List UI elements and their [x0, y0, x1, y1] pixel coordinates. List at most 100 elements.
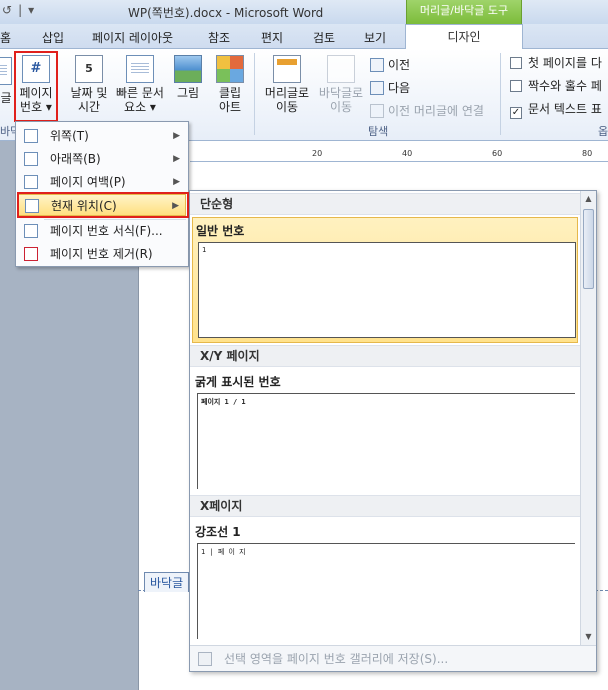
picture-icon: [174, 55, 202, 83]
bottom-of-page-icon: [24, 152, 38, 166]
menu-item-label: 페이지 번호 제거(R): [50, 247, 153, 261]
tab-view[interactable]: 보기: [364, 29, 386, 46]
ribbon-tabs: 홈 삽입 페이지 레이아웃 참조 편지 검토 보기 디자인: [0, 24, 608, 50]
next-icon: [370, 81, 384, 95]
goto-footer-label-2: 이동: [329, 100, 353, 114]
scroll-down-icon[interactable]: ▼: [581, 629, 596, 644]
next-button[interactable]: 다음: [370, 79, 410, 96]
horizontal-ruler[interactable]: 20 40 60 80: [190, 148, 608, 162]
tab-review[interactable]: 검토: [313, 29, 335, 46]
quick-parts-button[interactable]: 빠른 문서 요소 ▾: [112, 55, 168, 114]
odd-even-option[interactable]: 짝수와 홀수 페: [510, 77, 602, 94]
picture-label: 그림: [176, 86, 200, 100]
first-page-option[interactable]: 첫 페이지를 다: [510, 54, 602, 71]
goto-footer-label-1: 바닥글로: [318, 86, 364, 100]
first-page-checkbox[interactable]: [510, 57, 522, 69]
cut-off-label: 글: [0, 91, 12, 105]
tab-page-layout[interactable]: 페이지 레이아웃: [92, 29, 173, 46]
remove-page-number-icon: [24, 247, 38, 261]
doc-text-checkbox[interactable]: ✓: [510, 107, 522, 119]
previous-label: 이전: [388, 58, 411, 72]
gallery-item-title: 일반 번호: [196, 224, 245, 238]
next-label: 다음: [388, 81, 411, 95]
goto-footer-button[interactable]: 바닥글로 이동: [314, 55, 368, 114]
gallery-item-title: 굵게 표시된 번호: [195, 375, 281, 389]
gallery-scrollbar[interactable]: ▲ ▼: [580, 191, 596, 645]
title-bar: ↺ | ▾ WP(쪽번호).docx - Microsoft Word 머리글/…: [0, 0, 608, 24]
submenu-arrow-icon: ▶: [173, 154, 180, 164]
goto-header-button[interactable]: 머리글로 이동: [260, 55, 314, 114]
menu-item-remove-page-numbers[interactable]: 페이지 번호 제거(R): [18, 243, 186, 265]
page-number-menu: 위쪽(T) ▶ 아래쪽(B) ▶ 페이지 여백(P) ▶ 현재 위치(C) ▶ 페이지 …: [15, 121, 189, 267]
ruler-tick: 20: [312, 149, 323, 158]
gallery-item-plain-number[interactable]: 일반 번호 1: [192, 217, 578, 343]
previous-icon: [370, 58, 384, 72]
first-page-label: 첫 페이지를 다: [528, 56, 602, 70]
qat-separator: |: [18, 3, 23, 17]
link-icon: [370, 104, 384, 118]
gallery-item-preview: 1: [198, 242, 576, 338]
goto-header-label-2: 이동: [275, 100, 299, 114]
save-selection-to-gallery[interactable]: 선택 영역을 페이지 번호 갤러리에 저장(S)...: [190, 645, 596, 671]
scroll-up-icon[interactable]: ▲: [581, 191, 596, 206]
menu-item-page-margin[interactable]: 페이지 여백(P) ▶: [18, 171, 186, 193]
doc-text-option[interactable]: ✓ 문서 텍스트 표: [510, 100, 602, 119]
gallery-section-heading: X/Y 페이지: [190, 345, 580, 367]
scroll-thumb[interactable]: [583, 209, 594, 289]
top-of-page-icon: [24, 129, 38, 143]
date-time-button[interactable]: 5 날짜 및 시간: [64, 55, 114, 114]
ruler-tick: 80: [582, 149, 593, 158]
clip-art-button[interactable]: 클립 아트: [214, 55, 246, 114]
picture-button[interactable]: 그림: [172, 55, 204, 100]
menu-item-label: 페이지 번호 서식(F)...: [50, 224, 163, 238]
menu-item-top[interactable]: 위쪽(T) ▶: [18, 125, 186, 147]
gallery-item-preview: 페이지 1 / 1: [197, 393, 575, 489]
menu-item-label: 위쪽(T): [50, 129, 89, 143]
highlight-box: [17, 192, 189, 218]
save-gallery-icon: [198, 652, 212, 666]
gallery-item-preview: 1 | 페 이 지: [197, 543, 575, 639]
gallery-item-title: 강조선 1: [195, 525, 241, 539]
previous-button[interactable]: 이전: [370, 56, 410, 73]
tab-home[interactable]: 홈: [0, 29, 11, 46]
quick-access-toolbar: ↺ | ▾: [2, 3, 34, 17]
gallery-section-heading: X페이지: [190, 495, 580, 517]
save-gallery-label: 선택 영역을 페이지 번호 갤러리에 저장(S)...: [224, 652, 449, 666]
cut-off-button[interactable]: 글: [0, 91, 12, 105]
gallery-section-heading: 단순형: [190, 193, 580, 215]
tab-references[interactable]: 참조: [208, 29, 230, 46]
qat-customize-icon[interactable]: ▾: [28, 3, 34, 17]
ruler-tick: 60: [492, 149, 503, 158]
calendar-icon: 5: [75, 55, 103, 83]
tab-design[interactable]: 디자인: [405, 24, 523, 50]
link-previous-button[interactable]: 이전 머리글에 연결: [370, 102, 484, 119]
menu-item-format-page-numbers[interactable]: 페이지 번호 서식(F)...: [18, 220, 186, 242]
ruler-tick: 40: [402, 149, 413, 158]
ribbon-separator: [254, 53, 255, 135]
gallery-item-accent-bar[interactable]: 강조선 1 1 | 페 이 지: [192, 519, 578, 643]
submenu-arrow-icon: ▶: [173, 131, 180, 141]
cut-off-icon: [0, 57, 12, 85]
page-margin-icon: [24, 175, 38, 189]
goto-header-label-1: 머리글로: [264, 86, 310, 100]
footer-icon: [327, 55, 355, 83]
tab-mailings[interactable]: 편지: [261, 29, 283, 46]
submenu-arrow-icon: ▶: [173, 177, 180, 187]
ribbon-separator-2: [500, 53, 501, 135]
menu-item-bottom[interactable]: 아래쪽(B) ▶: [18, 148, 186, 170]
format-page-number-icon: [24, 224, 38, 238]
clip-art-icon: [216, 55, 244, 83]
tab-insert[interactable]: 삽입: [42, 29, 64, 46]
page-number-gallery: 단순형 일반 번호 1 X/Y 페이지 굵게 표시된 번호 페이지 1 / 1 …: [189, 190, 597, 672]
odd-even-checkbox[interactable]: [510, 80, 522, 92]
highlight-box: [14, 51, 58, 122]
gallery-item-bold-number[interactable]: 굵게 표시된 번호 페이지 1 / 1: [192, 369, 578, 493]
options-group-label: 옵: [598, 125, 608, 138]
menu-item-label: 페이지 여백(P): [50, 175, 126, 189]
quick-parts-label-1: 빠른 문서: [116, 86, 164, 100]
clip-art-label-1: 클립: [218, 86, 242, 100]
clip-art-label-2: 아트: [218, 100, 242, 114]
odd-even-label: 짝수와 홀수 페: [528, 79, 602, 93]
redo-icon[interactable]: ↺: [2, 3, 12, 17]
menu-item-label: 아래쪽(B): [50, 152, 101, 166]
